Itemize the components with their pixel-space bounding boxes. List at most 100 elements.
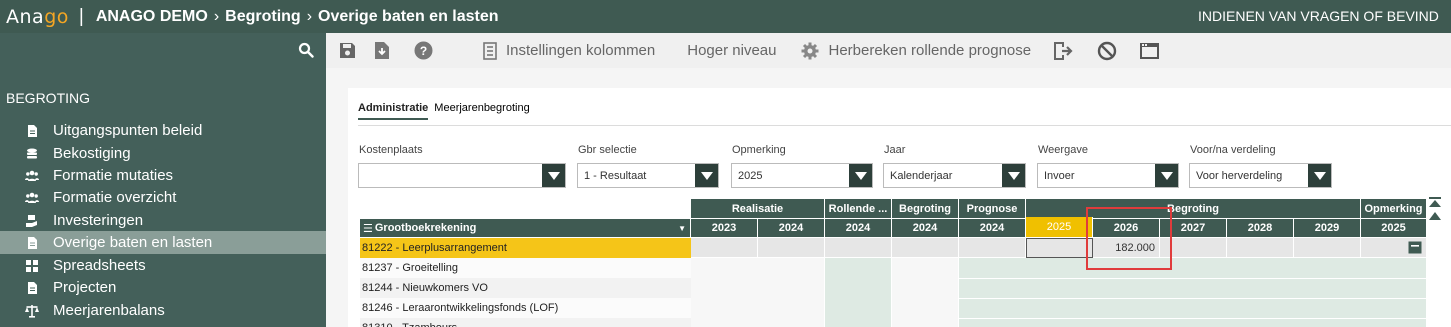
year-header-2024-prognose[interactable]: 2024	[959, 219, 1026, 237]
opmerking-select[interactable]: 2025	[731, 163, 873, 188]
block-icon	[1097, 41, 1117, 60]
sidebar-search-row	[0, 33, 326, 68]
sidebar-item-label: Formatie mutaties	[53, 167, 174, 184]
sidebar-item-label: Uitgangspunten beleid	[53, 122, 203, 139]
menu-icon[interactable]: ☰	[363, 222, 373, 235]
export-button[interactable]	[374, 41, 390, 60]
logo-text-prefix: Ana	[6, 5, 45, 28]
year-header-2029[interactable]: 2029	[1294, 219, 1361, 237]
jaar-value: Kalenderjaar	[890, 169, 953, 182]
window-button[interactable]	[1139, 42, 1160, 60]
sidebar-item-formatie-mutaties[interactable]: Formatie mutaties	[0, 164, 326, 187]
year-header-2024-rollende[interactable]: 2024	[825, 219, 892, 237]
sidebar-item-label: Meerjarenbalans	[53, 302, 165, 319]
breadcrumb-begroting[interactable]: Begroting	[225, 8, 301, 26]
row-divider	[959, 278, 1427, 279]
grid-cell[interactable]	[1294, 238, 1361, 258]
hoger-niveau-label: Hoger niveau	[687, 42, 777, 59]
grid-cell	[959, 238, 1026, 258]
grid-cell-selected[interactable]	[1026, 238, 1093, 258]
weergave-value: Invoer	[1044, 169, 1075, 182]
grid-row-label[interactable]: 81222 - Leerplusarrangement	[360, 238, 691, 258]
chevron-down-icon[interactable]	[1002, 164, 1025, 187]
logo-separator: |	[78, 5, 84, 27]
begroting-input-cells[interactable]	[959, 258, 1427, 327]
voor-na-verdeling-select[interactable]: Voor herverdeling	[1189, 163, 1332, 188]
grid-cell	[758, 238, 825, 258]
scroll-up-icon[interactable]	[1428, 211, 1442, 221]
grid-row-label[interactable]: 81246 - Leraarontwikkelingsfonds (LOF)	[360, 298, 691, 318]
grid-row-label[interactable]: 81310 - Tzambours	[360, 318, 691, 327]
chevron-down-icon[interactable]	[695, 164, 718, 187]
grid-cell	[892, 238, 959, 258]
group-header-rollende: Rollende ...	[825, 199, 892, 218]
cancel-button[interactable]	[1097, 41, 1117, 61]
hoger-niveau-button[interactable]: Hoger niveau	[687, 42, 776, 59]
sidebar-item-uitgangspunten-beleid[interactable]: Uitgangspunten beleid	[0, 119, 326, 142]
grid-cell-opmerking[interactable]	[1361, 238, 1427, 258]
logo-text-suffix: go	[44, 5, 69, 28]
sidebar-item-spreadsheets[interactable]: Spreadsheets	[0, 254, 326, 277]
row-divider	[959, 318, 1427, 319]
chevron-down-icon[interactable]	[849, 164, 872, 187]
document-icon	[28, 281, 37, 294]
sidebar-item-meerjarenbalans[interactable]: Meerjarenbalans	[0, 299, 326, 322]
row-divider	[959, 298, 1427, 299]
begroting-2024-cells	[892, 258, 959, 327]
users-icon	[25, 170, 39, 181]
rollende-cells	[825, 258, 892, 327]
grid-cell[interactable]	[1227, 238, 1294, 258]
tab-administratie[interactable]: Administratie	[358, 102, 429, 120]
chevron-down-icon[interactable]	[542, 164, 565, 187]
grootboekrekening-column-header[interactable]: ☰ Grootboekrekening ▼	[360, 219, 691, 237]
sidebar-item-projecten[interactable]: Projecten	[0, 276, 326, 299]
weergave-label: Weergave	[1038, 144, 1088, 156]
kostenplaats-select[interactable]	[358, 163, 566, 188]
jaar-select[interactable]: Kalenderjaar	[883, 163, 1026, 188]
document-icon	[28, 236, 37, 249]
sidebar-item-label: Projecten	[53, 279, 117, 296]
help-button[interactable]: ?	[414, 41, 433, 60]
sidebar-item-overige-baten-en-lasten[interactable]: Overige baten en lasten	[0, 231, 326, 254]
scroll-top-icon[interactable]	[1428, 197, 1442, 209]
year-header-2023[interactable]: 2023	[691, 219, 758, 237]
sidebar-item-formatie-overzicht[interactable]: Formatie overzicht	[0, 186, 326, 209]
chevron-down-icon[interactable]: ▼	[678, 224, 686, 233]
voor-na-verdeling-label: Voor/na verdeling	[1190, 144, 1276, 156]
group-header-realisatie: Realisatie	[691, 199, 825, 218]
sidebar-item-bekostiging[interactable]: Bekostiging	[0, 142, 326, 165]
chevron-down-icon[interactable]	[1308, 164, 1331, 187]
gbr-selectie-select[interactable]: 1 - Resultaat	[577, 163, 719, 188]
chevron-down-icon[interactable]	[1155, 164, 1178, 187]
year-header-2024-begroting[interactable]: 2024	[892, 219, 959, 237]
tab-divider	[358, 125, 1451, 126]
recalculate-forecast-button[interactable]: Herbereken rollende prognose	[801, 42, 1031, 60]
breadcrumb-organisation[interactable]: ANAGO DEMO	[96, 8, 208, 26]
sidebar-item-investeringen[interactable]: Investeringen	[0, 209, 326, 232]
grid-row-label[interactable]: 81244 - Nieuwkomers VO	[360, 278, 691, 298]
column-settings-icon	[483, 41, 497, 60]
tab-meerjarenbegroting[interactable]: Meerjarenbegroting	[434, 102, 529, 120]
year-header-2024-realisatie[interactable]: 2024	[758, 219, 825, 237]
year-header-2025-opmerking[interactable]: 2025	[1361, 219, 1427, 237]
submit-questions-link[interactable]: INDIENEN VAN VRAGEN OF BEVIND	[1198, 8, 1439, 24]
save-button[interactable]	[339, 42, 356, 59]
year-header-2025-begroting[interactable]: 2025	[1026, 217, 1093, 237]
grid-scrollbar[interactable]	[1428, 197, 1442, 272]
anago-logo[interactable]: Anago	[6, 6, 69, 28]
year-header-2028[interactable]: 2028	[1227, 219, 1294, 237]
export-arrow-button[interactable]	[1053, 41, 1075, 61]
breadcrumb-current-page: Overige baten en lasten	[318, 7, 499, 25]
comment-icon[interactable]	[1408, 241, 1422, 254]
sidebar-item-label: Investeringen	[53, 212, 144, 229]
grid-row-label[interactable]: 81237 - Groeitelling	[360, 258, 691, 278]
svg-text:?: ?	[420, 44, 427, 58]
weergave-select[interactable]: Invoer	[1037, 163, 1179, 188]
grid-cell	[825, 238, 892, 258]
sidebar-item-label: Spreadsheets	[53, 257, 146, 274]
grootboekrekening-header-label: Grootboekrekening	[374, 222, 477, 234]
column-settings-button[interactable]: Instellingen kolommen	[483, 41, 655, 60]
sidebar-item-label: Overige baten en lasten	[53, 234, 213, 251]
search-icon[interactable]	[298, 42, 314, 58]
highlight-box	[1086, 207, 1172, 270]
